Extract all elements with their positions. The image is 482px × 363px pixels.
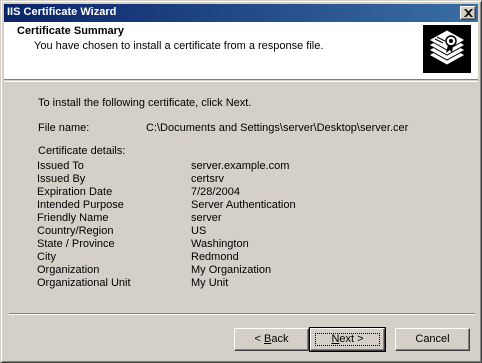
detail-key: Expiration Date <box>37 186 113 198</box>
window-title: IIS Certificate Wizard <box>7 6 117 18</box>
detail-row-country-region: Country/Region US <box>37 225 437 238</box>
detail-key: City <box>37 251 56 263</box>
detail-row-issued-by: Issued By certsrv <box>37 173 437 186</box>
detail-row-expiration-date: Expiration Date 7/28/2004 <box>37 186 437 199</box>
detail-key: Country/Region <box>37 225 114 237</box>
page-title: Certificate Summary <box>17 25 124 37</box>
detail-value: 7/28/2004 <box>191 186 240 198</box>
back-rest: ack <box>271 333 289 345</box>
detail-value: My Organization <box>191 264 272 276</box>
detail-key: Organizational Unit <box>37 277 131 289</box>
back-button[interactable]: < Back <box>234 328 309 351</box>
intro-text: To install the following certificate, cl… <box>38 97 252 109</box>
detail-key: Friendly Name <box>37 212 109 224</box>
back-prefix: < <box>254 333 264 345</box>
detail-key: Intended Purpose <box>37 199 124 211</box>
detail-row-organizational-unit: Organizational Unit My Unit <box>37 277 437 290</box>
detail-key: Issued To <box>37 160 84 172</box>
detail-value: US <box>191 225 207 237</box>
certificate-details-label: Certificate details: <box>38 145 126 157</box>
detail-value: Redmond <box>191 251 239 263</box>
detail-value: server.example.com <box>191 160 290 172</box>
detail-value: Washington <box>191 238 249 250</box>
detail-key: State / Province <box>37 238 115 250</box>
file-name-value: C:\Documents and Settings\server\Desktop… <box>146 122 409 134</box>
header-separator <box>4 81 478 82</box>
detail-value: certsrv <box>191 173 224 185</box>
detail-row-organization: Organization My Organization <box>37 264 437 277</box>
close-icon <box>464 9 473 17</box>
detail-row-issued-to: Issued To server.example.com <box>37 160 437 173</box>
button-divider <box>9 313 475 315</box>
focus-rectangle <box>315 333 380 346</box>
wizard-header: Certificate Summary You have chosen to i… <box>4 22 478 80</box>
page-subtitle: You have chosen to install a certificate… <box>34 40 324 52</box>
detail-key: Organization <box>37 264 100 276</box>
detail-value: server <box>191 212 222 224</box>
detail-key: Issued By <box>37 173 86 185</box>
title-bar[interactable]: IIS Certificate Wizard <box>4 4 478 22</box>
file-name-label: File name: <box>38 122 90 134</box>
cancel-button[interactable]: Cancel <box>395 328 470 351</box>
detail-row-state-province: State / Province Washington <box>37 238 437 251</box>
detail-row-intended-purpose: Intended Purpose Server Authentication <box>37 199 437 212</box>
detail-row-friendly-name: Friendly Name server <box>37 212 437 225</box>
wizard-window: IIS Certificate Wizard Certificate Summa… <box>0 0 482 363</box>
detail-value: Server Authentication <box>191 199 296 211</box>
close-button[interactable] <box>460 6 476 20</box>
certificate-wizard-icon <box>423 25 471 73</box>
detail-value: My Unit <box>191 277 229 289</box>
detail-row-city: City Redmond <box>37 251 437 264</box>
certificate-details-list: Issued To server.example.com Issued By c… <box>37 160 437 290</box>
next-button[interactable]: Next > <box>309 327 386 352</box>
